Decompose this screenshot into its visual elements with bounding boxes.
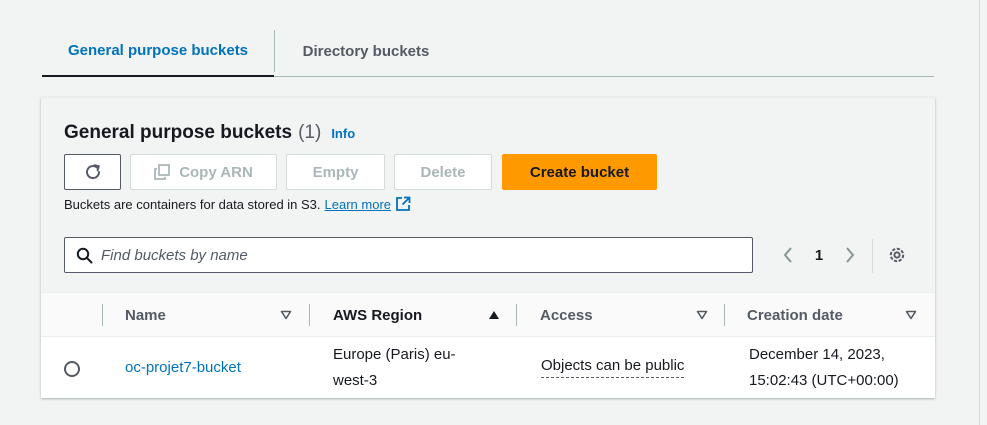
search-input[interactable]: [101, 246, 701, 264]
chevron-right-icon: [844, 246, 856, 264]
column-header-region[interactable]: AWS Region: [333, 293, 508, 337]
bucket-creation-date: December 14, 2023, 15:02:43 (UTC+00:00): [749, 346, 899, 389]
info-link[interactable]: Info: [331, 126, 355, 141]
pager-divider: [872, 239, 873, 273]
buckets-panel: General purpose buckets (1) Info Copy AR…: [41, 97, 935, 398]
table-row[interactable]: oc-projet7-bucket Europe (Paris) eu-west…: [41, 338, 935, 399]
panel-title: General purpose buckets: [64, 122, 293, 143]
panel-description: Buckets are containers for data stored i…: [64, 196, 411, 212]
sort-ascending-icon: [488, 310, 500, 320]
table-preferences-button[interactable]: [883, 241, 911, 269]
chevron-left-icon: [782, 246, 794, 264]
search-field[interactable]: [64, 237, 753, 273]
learn-more-link[interactable]: Learn more: [325, 197, 391, 212]
column-header-region-label: AWS Region: [333, 306, 423, 324]
column-header-name-label: Name: [125, 306, 166, 324]
current-page-number[interactable]: 1: [809, 241, 829, 269]
gear-icon: [887, 245, 907, 265]
column-header-creation-date[interactable]: Creation date: [747, 293, 927, 337]
column-divider: [309, 304, 310, 326]
sort-caret-down-icon: [696, 310, 708, 320]
next-page-button[interactable]: [839, 241, 861, 269]
search-icon: [76, 247, 93, 264]
column-header-access[interactable]: Access: [540, 293, 715, 337]
bucket-access-status[interactable]: Objects can be public: [541, 355, 685, 378]
empty-label: Empty: [312, 163, 359, 181]
empty-button[interactable]: Empty: [286, 154, 385, 190]
previous-page-button[interactable]: [777, 241, 799, 269]
row-select-radio[interactable]: [64, 361, 80, 377]
bucket-type-tabs: General purpose buckets Directory bucket…: [42, 26, 934, 77]
page-right-border: [979, 0, 980, 425]
bucket-region: Europe (Paris) eu-west-3: [333, 346, 456, 389]
bucket-count: (1): [298, 122, 322, 143]
tab-directory-buckets[interactable]: Directory buckets: [275, 26, 457, 76]
column-header-name[interactable]: Name: [125, 293, 300, 337]
copy-arn-button[interactable]: Copy ARN: [130, 154, 277, 190]
bucket-name-link[interactable]: oc-projet7-bucket: [125, 355, 241, 381]
refresh-button[interactable]: [64, 154, 121, 190]
panel-header: General purpose buckets (1) Info Copy AR…: [41, 98, 935, 292]
description-text: Buckets are containers for data stored i…: [64, 196, 321, 212]
tab-directory-buckets-label: Directory buckets: [302, 42, 430, 60]
sort-caret-down-icon: [905, 310, 917, 320]
copy-icon: [154, 164, 171, 180]
table-header: Name AWS Region Access Creation date: [41, 292, 935, 337]
delete-label: Delete: [420, 163, 466, 181]
tab-general-purpose-buckets-label: General purpose buckets: [67, 42, 249, 59]
delete-button[interactable]: Delete: [394, 154, 492, 190]
column-divider: [516, 304, 517, 326]
sort-caret-down-icon: [280, 310, 292, 320]
column-divider: [102, 304, 103, 326]
tab-general-purpose-buckets[interactable]: General purpose buckets: [42, 26, 274, 77]
create-bucket-button[interactable]: Create bucket: [502, 154, 657, 190]
panel-title-row: General purpose buckets (1) Info: [64, 122, 355, 144]
create-bucket-label: Create bucket: [529, 163, 630, 181]
column-header-access-label: Access: [540, 306, 593, 324]
column-divider: [724, 304, 725, 326]
refresh-icon: [84, 163, 102, 181]
column-header-creation-date-label: Creation date: [747, 306, 843, 324]
external-link-icon[interactable]: [395, 196, 411, 212]
copy-arn-label: Copy ARN: [179, 163, 253, 181]
